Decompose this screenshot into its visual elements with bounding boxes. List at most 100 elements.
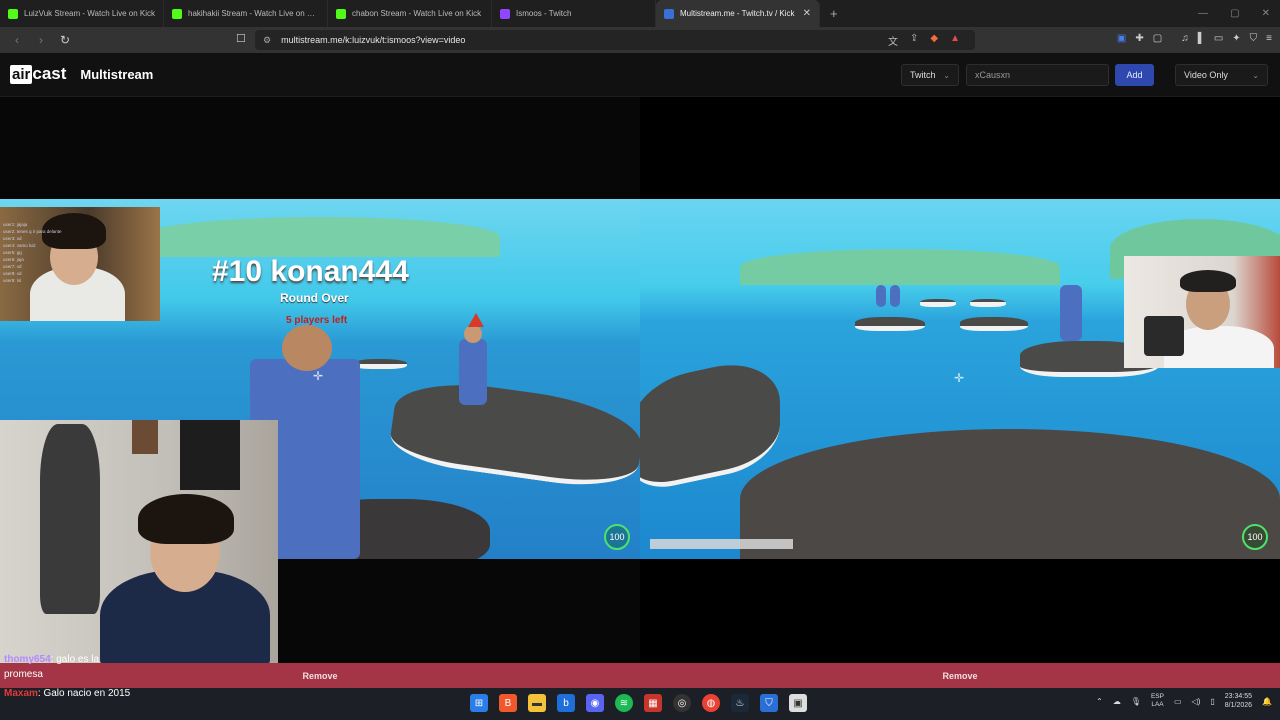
crosshair-icon: ✛ [313, 369, 324, 383]
browser-tab[interactable]: hakihakii Stream - Watch Live on Kick [164, 0, 328, 27]
obs-icon[interactable]: ◎ [673, 694, 691, 712]
chat-line: user9: lol [3, 278, 22, 283]
address-bar[interactable]: ⚙ multistream.me/k:luizvuk/t:ismoos?view… [255, 30, 975, 50]
browser-tab[interactable]: LuizVuk Stream - Watch Live on Kick [0, 0, 164, 27]
translate-icon[interactable]: 文 [888, 33, 898, 48]
chat-line: user8: xd [3, 271, 22, 276]
opponent-character [890, 285, 900, 307]
round-timer: 100 [1242, 524, 1268, 550]
crosshair-icon: ✛ [954, 371, 965, 385]
reload-icon[interactable]: ↻ [58, 33, 72, 47]
maximize-icon[interactable]: ▢ [1230, 8, 1239, 19]
browser-tab[interactable]: chabon Stream - Watch Live on Kick [328, 0, 492, 27]
language-indicator[interactable]: ESP LAA [1151, 693, 1164, 709]
screenshot-icon[interactable]: ▢ [1153, 33, 1162, 44]
chat-line: user6: jaja [3, 257, 24, 262]
steam-icon[interactable]: ♨ [731, 694, 749, 712]
url-text: multistream.me/k:luizvuk/t:ismoos?view=v… [281, 35, 466, 45]
volume-icon[interactable]: ◁) [1192, 697, 1201, 706]
microphone-icon[interactable]: 🎙 [1131, 697, 1141, 706]
discord-icon[interactable]: ◉ [586, 694, 604, 712]
round-timer: 100 [604, 524, 630, 550]
music-icon[interactable]: ♫ [1181, 33, 1189, 44]
address-bar-icons: 文 ⇪ ◆ ▲ [888, 33, 960, 48]
bing-icon[interactable]: b [557, 694, 575, 712]
menu-icon[interactable]: ≡ [1266, 33, 1272, 44]
back-icon[interactable]: ‹ [10, 33, 24, 47]
app-icon[interactable]: ▣ [789, 694, 807, 712]
chat-message: promesa [4, 669, 43, 680]
folder-icon[interactable]: ▬ [528, 694, 546, 712]
windows-icon[interactable]: ⊞ [470, 694, 488, 712]
chrome-icon[interactable]: ◍ [702, 694, 720, 712]
platform-rock [970, 299, 1006, 307]
chevron-up-icon[interactable]: ⌃ [1096, 697, 1103, 706]
video-frame[interactable]: ✛ 100 [640, 199, 1280, 559]
platform-select-value: Twitch [910, 70, 936, 80]
sidebar-icon[interactable]: ▌ [1198, 33, 1205, 44]
wallet-icon[interactable]: ▭ [1214, 33, 1223, 44]
aircast-logo[interactable]: air cast Multistream [10, 64, 153, 84]
extension-icon[interactable]: ▣ [1117, 33, 1126, 44]
windows-taskbar: Maxam: Galo nacio en 2015 ⊞ B ▬ b ◉ ≋ ▦ … [0, 688, 1280, 720]
forward-icon[interactable]: › [34, 33, 48, 47]
notifications-icon[interactable]: 🔔 [1262, 697, 1272, 706]
window-controls: — ▢ ✕ [1198, 0, 1270, 27]
network-icon[interactable]: ▭ [1174, 697, 1182, 706]
platform-rock [855, 317, 925, 331]
channel-input-value: xCausxn [975, 70, 1011, 80]
leo-ai-icon[interactable]: ✦ [1232, 33, 1240, 44]
spotify-icon[interactable]: ≋ [615, 694, 633, 712]
guest-webcam [0, 420, 278, 663]
battery-icon[interactable]: ▯ [1210, 697, 1214, 706]
chevron-down-icon: ⌄ [943, 70, 950, 80]
close-tab-icon[interactable]: ✕ [803, 8, 811, 19]
tab-title: LuizVuk Stream - Watch Live on Kick [24, 9, 155, 18]
round-over-label: Round Over [280, 291, 349, 305]
taskbar-apps: ⊞ B ▬ b ◉ ≋ ▦ ◎ ◍ ♨ ⛉ ▣ [470, 694, 807, 712]
lang-bottom: LAA [1151, 701, 1164, 708]
close-window-icon[interactable]: ✕ [1262, 8, 1270, 19]
platform-rock [355, 359, 407, 369]
site-info-icon[interactable]: ⚙ [263, 35, 271, 46]
tab-title: Ismoos - Twitch [516, 9, 572, 18]
streamer-webcam [1124, 256, 1280, 368]
chat-username: thomy654 [4, 654, 51, 665]
kick-favicon-icon [336, 8, 346, 19]
chat-ticker-line: Maxam: Galo nacio en 2015 [4, 688, 130, 699]
add-button[interactable]: Add [1115, 64, 1154, 86]
view-mode-select[interactable]: Video Only ⌄ [1175, 64, 1268, 86]
brave-shields-icon[interactable]: ◆ [930, 33, 938, 48]
party-hat-icon [468, 313, 484, 327]
vpn-icon[interactable]: ⛉ [1250, 33, 1258, 44]
chat-message: : galo es la [50, 654, 100, 665]
platform-rock [920, 299, 956, 307]
channel-input[interactable]: xCausxn [966, 64, 1109, 86]
calendar-icon[interactable]: ▦ [644, 694, 662, 712]
browser-tab[interactable]: Ismoos - Twitch [492, 0, 656, 27]
background-hills [140, 217, 500, 257]
chat-line: user1: jajaja [3, 222, 28, 227]
clock[interactable]: 23:34:55 8/1/2026 [1225, 692, 1252, 710]
minimize-icon[interactable]: — [1198, 8, 1208, 19]
stream-player-1[interactable]: #10 konan444 Round Over 5 players left ✛… [0, 97, 640, 663]
tab-title: chabon Stream - Watch Live on Kick [352, 9, 482, 18]
system-tray: ⌃ ☁ 🎙 ESP LAA ▭ ◁) ▯ 23:34:55 8/1/2026 🔔 [1096, 692, 1272, 710]
remove-stream-1-button[interactable]: Remove [0, 663, 640, 688]
app-header: air cast Multistream Twitch ⌄ xCausxn Add… [0, 53, 1280, 97]
opponent-character [459, 339, 487, 405]
share-icon[interactable]: ⇪ [910, 33, 918, 48]
shield-icon[interactable]: ⛉ [760, 694, 778, 712]
cloud-icon[interactable]: ☁ [1113, 697, 1121, 706]
puzzle-icon[interactable]: ✚ [1135, 33, 1143, 44]
brave-icon[interactable]: B [499, 694, 517, 712]
opponent-character [876, 285, 886, 307]
bookmark-icon[interactable]: ☐ [236, 32, 246, 45]
browser-tab-active[interactable]: Multistream.me - Twitch.tv / Kick ✕ [656, 0, 820, 27]
brave-rewards-icon[interactable]: ▲ [950, 33, 960, 48]
stream-player-2[interactable]: ✛ 100 [640, 97, 1280, 663]
clock-date: 8/1/2026 [1224, 702, 1253, 709]
platform-select[interactable]: Twitch ⌄ [901, 64, 959, 86]
remove-stream-2-button[interactable]: Remove [640, 663, 1280, 688]
new-tab-button[interactable]: + [830, 6, 838, 21]
